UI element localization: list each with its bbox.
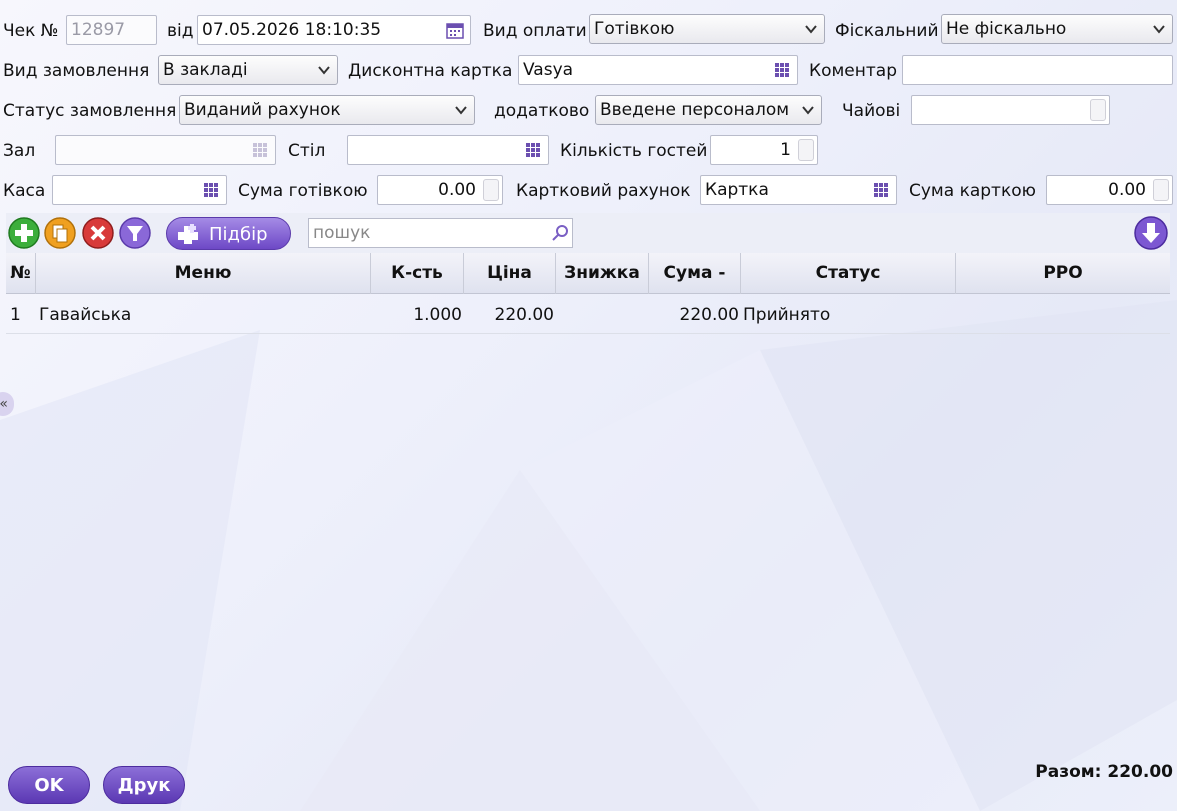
spinner-icon[interactable] [1153, 179, 1169, 201]
col-num[interactable]: № [6, 253, 36, 294]
check-no-field: 12897 [66, 15, 157, 45]
payment-type-value: Готівкою [594, 19, 675, 39]
extra-value: Введене персоналом [600, 100, 790, 120]
payment-type-label: Вид оплати [483, 21, 587, 41]
copy-icon[interactable] [44, 217, 76, 249]
col-price[interactable]: Ціна [464, 253, 556, 294]
extra-label: додатково [494, 101, 590, 121]
delete-icon[interactable] [82, 217, 114, 249]
payment-type-select[interactable]: Готівкою [589, 14, 825, 44]
guests-field[interactable]: 1 [710, 135, 818, 165]
chevron-down-icon [318, 66, 330, 75]
order-type-value: В закладі [163, 60, 248, 80]
cash-sum-value: 0.00 [438, 180, 476, 200]
guests-value: 1 [780, 140, 791, 160]
add-icon[interactable] [8, 217, 40, 249]
print-button[interactable]: Друк [103, 766, 185, 804]
card-account-label: Картковий рахунок [516, 181, 691, 201]
col-qty[interactable]: К-сть [371, 253, 464, 294]
grid-picker-icon[interactable] [775, 63, 790, 78]
grid-toolbar: Підбір пошук [6, 213, 1170, 253]
extra-select[interactable]: Введене персоналом [595, 95, 822, 125]
hall-field [55, 135, 276, 165]
table-field[interactable] [347, 135, 549, 165]
card-sum-field[interactable]: 0.00 [1046, 175, 1173, 205]
fiscal-label: Фіскальний [835, 21, 939, 41]
cell-num: 1 [10, 305, 21, 325]
date-field[interactable]: 07.05.2026 18:10:35 [197, 15, 471, 45]
search-icon[interactable] [551, 224, 569, 242]
card-account-field[interactable]: Картка [700, 175, 897, 205]
chevron-down-icon [805, 25, 817, 34]
grid-picker-icon[interactable] [204, 183, 219, 198]
cashbox-field[interactable] [52, 175, 227, 205]
grid-picker-icon[interactable] [526, 143, 541, 158]
filter-icon[interactable] [119, 217, 151, 249]
chevron-down-icon [455, 106, 467, 115]
cash-sum-field[interactable]: 0.00 [377, 175, 503, 205]
ok-button[interactable]: OK [8, 766, 90, 804]
date-label: від [167, 21, 194, 41]
col-sum[interactable]: Сума - [649, 253, 741, 294]
cash-sum-label: Сума готівкою [238, 181, 368, 201]
collapse-handle-icon[interactable]: « [0, 392, 14, 416]
order-status-value: Виданий рахунок [184, 100, 341, 120]
order-status-label: Статус замовлення [3, 101, 177, 121]
guests-label: Кількість гостей [560, 141, 708, 161]
table-header: № Меню К-сть Ціна Знижка Сума - Статус P… [6, 253, 1170, 294]
spinner-icon[interactable] [798, 139, 814, 161]
tips-label: Чайові [842, 101, 901, 121]
tips-field[interactable] [911, 95, 1110, 125]
order-type-label: Вид замовлення [3, 61, 150, 81]
discount-card-value: Vasya [523, 60, 574, 80]
col-discount[interactable]: Знижка [556, 253, 649, 294]
grid-picker-icon[interactable] [874, 183, 889, 198]
cell-price: 220.00 [494, 305, 554, 325]
pick-button-label: Підбір [209, 224, 268, 245]
multi-add-icon [178, 224, 198, 244]
chevron-down-icon [1153, 25, 1165, 34]
cashbox-label: Каса [3, 181, 46, 201]
grid-picker-icon [253, 143, 268, 158]
arrow-down-icon[interactable] [1134, 216, 1168, 250]
card-sum-label: Сума карткою [909, 181, 1036, 201]
table-label: Стіл [288, 141, 326, 161]
total-label: Разом: 220.00 [1035, 762, 1173, 782]
card-sum-value: 0.00 [1108, 180, 1146, 200]
fiscal-value: Не фіскально [946, 19, 1067, 39]
comment-field[interactable] [902, 55, 1173, 85]
date-value: 07.05.2026 18:10:35 [202, 20, 382, 40]
cell-status: Прийнято [743, 305, 831, 325]
calendar-icon[interactable] [445, 20, 465, 40]
col-ppo[interactable]: PPO [956, 253, 1170, 294]
discount-card-label: Дисконтна картка [348, 61, 513, 81]
comment-label: Коментар [809, 61, 897, 81]
table-row[interactable]: 1 Гавайська 1.000 220.00 220.00 Прийнято [6, 296, 1170, 334]
cell-sum: 220.00 [679, 305, 739, 325]
check-no-label: Чек № [3, 21, 59, 41]
col-status[interactable]: Статус [741, 253, 956, 294]
cell-discount [556, 296, 647, 334]
order-status-select[interactable]: Виданий рахунок [179, 95, 475, 125]
spinner-icon[interactable] [483, 179, 499, 201]
pick-button[interactable]: Підбір [166, 217, 291, 250]
cell-qty: 1.000 [413, 305, 462, 325]
spinner-icon[interactable] [1090, 99, 1106, 121]
fiscal-select[interactable]: Не фіскально [941, 14, 1173, 44]
discount-card-field[interactable]: Vasya [518, 55, 798, 85]
card-account-value: Картка [705, 180, 769, 200]
chevron-down-icon [802, 106, 814, 115]
search-placeholder: пошук [313, 223, 371, 243]
col-menu[interactable]: Меню [36, 253, 371, 294]
search-input[interactable]: пошук [308, 218, 573, 248]
cell-menu: Гавайська [39, 305, 132, 325]
order-type-select[interactable]: В закладі [158, 55, 338, 85]
hall-label: Зал [3, 141, 36, 161]
